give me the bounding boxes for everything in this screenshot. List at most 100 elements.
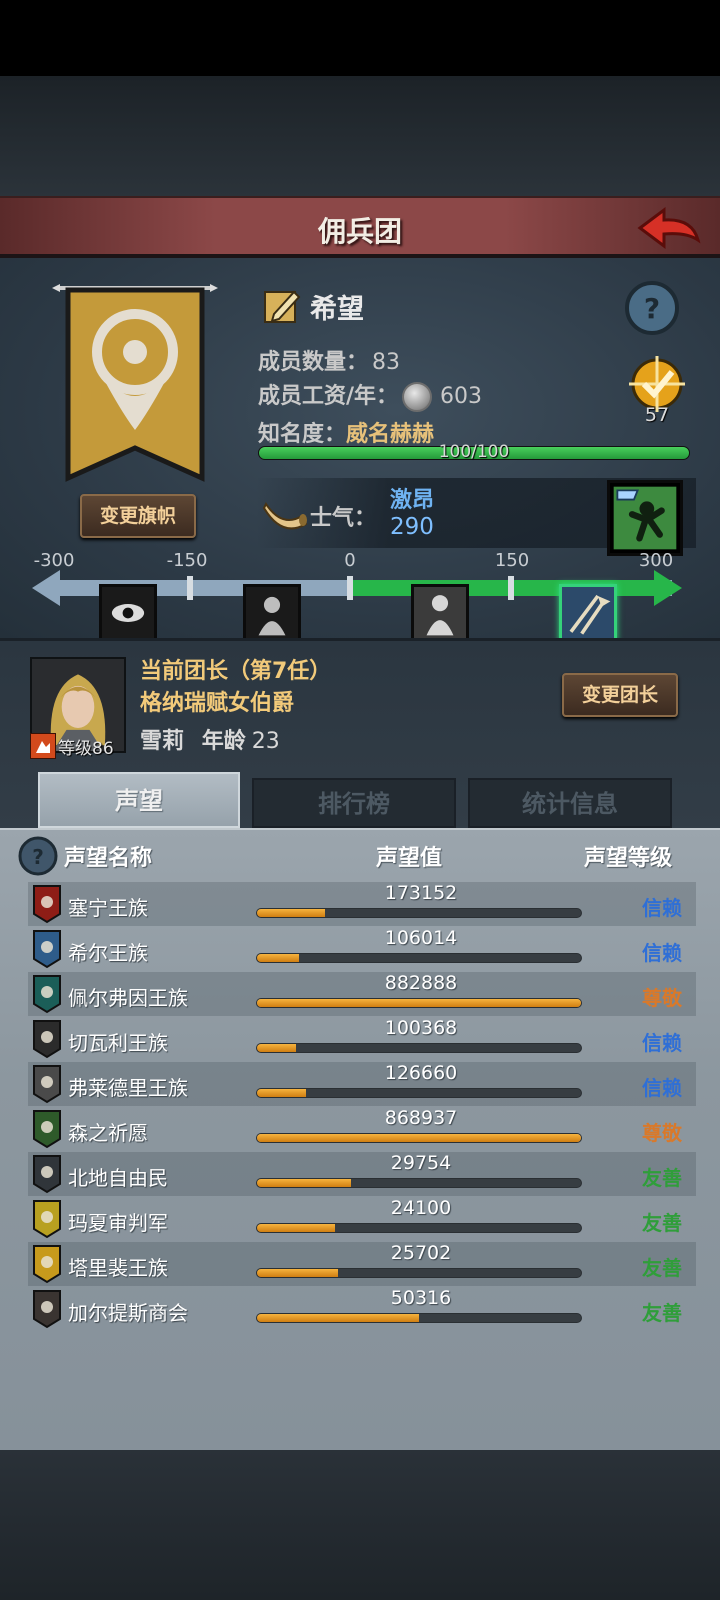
leader-noble-title: 格纳瑞赋女伯爵 [140, 691, 295, 716]
bottom-background [0, 1450, 720, 1600]
reputation-level: 尊敬 [642, 1121, 682, 1145]
leader-age-label: 年龄 [201, 729, 246, 754]
reputation-bar-fill [257, 1269, 338, 1277]
scale-label-low: -150 [166, 550, 208, 571]
reputation-bar-fill [257, 1179, 351, 1187]
faction-name: 希尔王族 [68, 941, 148, 965]
faction-name: 佩尔弗因王族 [68, 986, 188, 1010]
reputation-row[interactable]: 塔里裴王族 25702 友善 [28, 1242, 696, 1286]
inspired-banner-icon[interactable] [559, 584, 617, 642]
reputation-row[interactable]: 佩尔弗因王族 882888 尊敬 [28, 972, 696, 1016]
tab-reputation[interactable]: 声望 [38, 772, 240, 828]
salary-value: 603 [440, 384, 483, 409]
reputation-row[interactable]: 加尔提斯商会 50316 友善 [28, 1287, 696, 1331]
reputation-bar [256, 1313, 582, 1323]
status-bar-area [0, 0, 720, 76]
header-level: 声望等级 [584, 846, 673, 871]
reputation-bar-fill [257, 1044, 296, 1052]
scale-label-zero: 0 [344, 550, 356, 571]
faction-crest-icon [33, 930, 61, 969]
silver-coin-icon [402, 382, 433, 412]
faction-name: 塔里裴王族 [68, 1256, 168, 1280]
svg-text:?: ? [644, 292, 660, 325]
reputation-bar [256, 1268, 582, 1278]
reputation-header: ? 声望名称 声望值 声望等级 [0, 830, 720, 882]
tab-ranking[interactable]: 排行榜 [252, 778, 456, 828]
reputation-row[interactable]: 森之祈愿 868937 尊敬 [28, 1107, 696, 1151]
morale-status-icon[interactable] [607, 480, 683, 556]
faction-crest-icon [33, 1245, 61, 1284]
reputation-value: 126660 [384, 1062, 458, 1084]
reputation-bar-fill [257, 909, 326, 917]
member-count-line: 成员数量： 83 [258, 344, 400, 376]
guild-header-panel: 变更旗帜 希望 ? 成员数量： 83 成员工资/年： 603 知名度：威名赫赫 10… [0, 258, 720, 642]
reputation-bar [256, 1223, 582, 1233]
edit-name-icon[interactable] [262, 286, 302, 326]
reputation-level: 友善 [642, 1166, 682, 1190]
reputation-row[interactable]: 弗莱德里王族 126660 信赖 [28, 1062, 696, 1106]
morale-label: 士气： [310, 506, 377, 531]
scale-label-max: 300 [638, 550, 674, 571]
reputation-bar-fill [257, 1314, 419, 1322]
member-count-value: 83 [372, 350, 401, 375]
tab-bar: 声望 排行榜 统计信息 [0, 770, 720, 828]
reputation-level: 信赖 [642, 896, 682, 920]
reputation-bar [256, 1133, 582, 1143]
class-icon [30, 733, 56, 759]
reputation-level: 信赖 [642, 1076, 682, 1100]
leader-age: 23 [251, 729, 280, 754]
help-icon[interactable]: ? [624, 280, 680, 336]
war-horn-icon [262, 502, 308, 530]
reputation-value: 868937 [384, 1107, 458, 1129]
fame-progress-text: 100/100 [438, 442, 510, 462]
reputation-level: 信赖 [642, 941, 682, 965]
change-leader-button[interactable]: 变更团长 [562, 673, 678, 717]
reputation-bar [256, 1088, 582, 1098]
guild-banner-icon [52, 284, 218, 482]
fear-figure-icon[interactable] [243, 584, 301, 642]
header-name: 声望名称 [64, 846, 153, 871]
reputation-value: 882888 [384, 972, 458, 994]
rank-number: 57 [644, 404, 670, 426]
reputation-bar [256, 1043, 582, 1053]
morale-value: 290 [390, 514, 434, 540]
faction-name: 塞宁王族 [68, 896, 148, 920]
reputation-row[interactable]: 玛夏审判军 24100 友善 [28, 1197, 696, 1241]
leader-level: 等级86 [58, 738, 114, 759]
reputation-row[interactable]: 北地自由民 29754 友善 [28, 1152, 696, 1196]
reputation-level: 信赖 [642, 1031, 682, 1055]
faction-crest-icon [33, 1110, 61, 1149]
reputation-row[interactable]: 希尔王族 106014 信赖 [28, 927, 696, 971]
reputation-row[interactable]: 切瓦利王族 100368 信赖 [28, 1017, 696, 1061]
reputation-help-icon[interactable]: ? [18, 836, 58, 876]
faction-crest-icon [33, 975, 61, 1014]
reputation-value: 25702 [390, 1242, 452, 1264]
calm-figure-icon[interactable] [411, 584, 469, 642]
guild-name-row: 希望 [262, 286, 364, 326]
reputation-value: 29754 [390, 1152, 452, 1174]
faction-crest-icon [33, 1065, 61, 1104]
leader-term: 当前团长（第7任） [140, 659, 332, 684]
faction-crest-icon [33, 1290, 61, 1329]
back-arrow-icon[interactable] [636, 204, 702, 252]
faction-crest-icon [33, 1020, 61, 1059]
leader-name: 雪莉 [140, 729, 185, 754]
svg-text:?: ? [32, 845, 44, 869]
reputation-row[interactable]: 塞宁王族 173152 信赖 [28, 882, 696, 926]
tab-statistics[interactable]: 统计信息 [468, 778, 672, 828]
reputation-bar [256, 1178, 582, 1188]
reputation-level: 友善 [642, 1211, 682, 1235]
faction-name: 加尔提斯商会 [68, 1301, 188, 1325]
reputation-value: 173152 [384, 882, 458, 904]
reputation-level: 友善 [642, 1256, 682, 1280]
reputation-panel: ? 声望名称 声望值 声望等级 塞宁王族 173152 信赖 希尔王族 106014 信赖… [0, 828, 720, 1450]
scale-label-min: -300 [33, 550, 75, 571]
salary-label: 成员工资/年： [258, 384, 399, 409]
salary-line: 成员工资/年： 603 [258, 378, 482, 412]
reputation-level: 友善 [642, 1301, 682, 1325]
change-flag-button[interactable]: 变更旗帜 [80, 494, 196, 538]
title-bar: 佣兵团 [0, 196, 720, 258]
page-title: 佣兵团 [317, 215, 402, 248]
reputation-bar-fill [257, 954, 300, 962]
despair-eye-icon[interactable] [99, 584, 157, 642]
